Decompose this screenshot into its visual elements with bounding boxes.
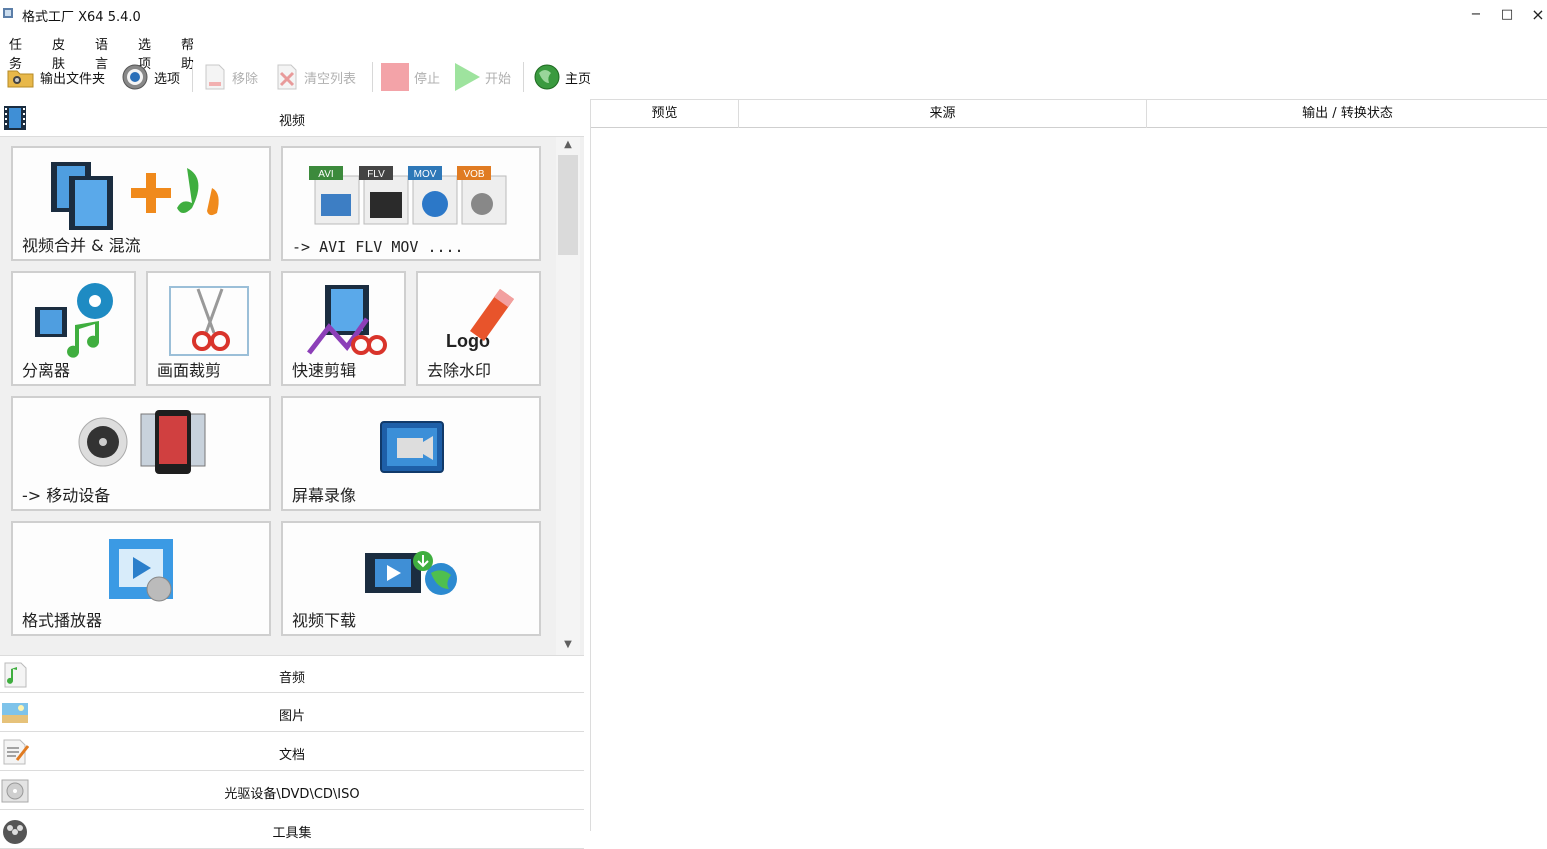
category-image-label: 图片 bbox=[278, 709, 305, 724]
column-preview[interactable]: 预览 bbox=[591, 100, 739, 128]
category-video-label: 视频 bbox=[278, 114, 305, 129]
globe-icon bbox=[534, 64, 560, 90]
task-list-header: 预览 来源 输出 / 转换状态 bbox=[591, 99, 1547, 128]
quick-edit-icon bbox=[307, 285, 387, 355]
tile-crop[interactable]: 画面裁剪 bbox=[146, 271, 271, 386]
window-title: 格式工厂 X64 5.4.0 bbox=[22, 10, 141, 25]
crop-scissors-icon bbox=[169, 286, 249, 356]
badge-vob: VOB bbox=[463, 169, 484, 180]
tile-video-merge[interactable]: 视频合并 & 混流 bbox=[11, 146, 271, 261]
category-audio[interactable]: 音频 bbox=[0, 655, 584, 693]
tile-remove-watermark[interactable]: Logo 去除水印 bbox=[416, 271, 541, 386]
video-tools-grid: 视频合并 & 混流 AVI FLV MOV VOB -> AVI FLV MOV… bbox=[0, 137, 584, 655]
minimize-button[interactable]: − bbox=[1462, 4, 1490, 26]
category-tools-label: 工具集 bbox=[272, 826, 312, 841]
scroll-up-arrow[interactable]: ▲ bbox=[556, 137, 580, 153]
category-audio-label: 音频 bbox=[278, 671, 305, 686]
toolbar-separator bbox=[523, 62, 524, 92]
category-video[interactable]: 视频 bbox=[0, 99, 584, 137]
home-label: 主页 bbox=[565, 71, 592, 87]
stop-icon bbox=[381, 63, 409, 91]
category-panel: 视频 视频合并 & 混流 AVI FLV MOV VOB -> AVI FLV … bbox=[0, 99, 584, 849]
title-bar: 格式工厂 X64 5.4.0 − □ × bbox=[0, 0, 1547, 30]
play-icon bbox=[455, 63, 480, 91]
merge-icon bbox=[51, 162, 219, 230]
category-image[interactable]: 图片 bbox=[0, 694, 584, 732]
tile-video-merge-label: 视频合并 & 混流 bbox=[22, 236, 141, 255]
separator-icon bbox=[35, 283, 113, 358]
tile-video-download[interactable]: 视频下载 bbox=[281, 521, 541, 636]
toolbar-separator bbox=[192, 62, 193, 92]
tile-player-label: 格式播放器 bbox=[22, 611, 103, 630]
tile-player[interactable]: 格式播放器 bbox=[11, 521, 271, 636]
screen-record-icon bbox=[380, 421, 444, 473]
column-status[interactable]: 输出 / 转换状态 bbox=[1147, 100, 1547, 128]
category-disc-label: 光驱设备\DVD\CD\ISO bbox=[224, 787, 360, 802]
options-label: 选项 bbox=[154, 71, 181, 87]
folder-icon bbox=[7, 70, 34, 88]
options-button[interactable]: 选项 bbox=[120, 60, 180, 94]
gear-icon bbox=[122, 64, 148, 90]
remove-label: 移除 bbox=[232, 71, 259, 87]
video-download-icon bbox=[365, 551, 457, 595]
tile-separator[interactable]: 分离器 bbox=[11, 271, 136, 386]
clear-list-label: 清空列表 bbox=[304, 71, 357, 87]
tile-format-convert-label: -> AVI FLV MOV .... bbox=[292, 238, 464, 256]
tile-mobile-device[interactable]: -> 移动设备 bbox=[11, 396, 271, 511]
tile-mobile-device-label: -> 移动设备 bbox=[22, 486, 111, 505]
task-list[interactable]: 预览 来源 输出 / 转换状态 bbox=[590, 99, 1547, 831]
remove-document-icon bbox=[205, 64, 225, 90]
start-label: 开始 bbox=[485, 71, 512, 87]
category-document[interactable]: 文档 bbox=[0, 733, 584, 771]
clear-list-icon bbox=[277, 64, 297, 90]
tile-quick-edit[interactable]: 快速剪辑 bbox=[281, 271, 406, 386]
maximize-button[interactable]: □ bbox=[1493, 4, 1521, 26]
category-tools[interactable]: 工具集 bbox=[0, 811, 584, 849]
tile-video-download-label: 视频下载 bbox=[292, 611, 357, 630]
tile-remove-watermark-label: 去除水印 bbox=[427, 361, 492, 380]
tile-quick-edit-label: 快速剪辑 bbox=[292, 361, 357, 380]
remove-button[interactable]: 移除 bbox=[202, 60, 258, 94]
category-disc[interactable]: 光驱设备\DVD\CD\ISO bbox=[0, 772, 584, 810]
output-folder-button[interactable]: 输出文件夹 bbox=[6, 60, 105, 94]
stop-button[interactable]: 停止 bbox=[380, 60, 440, 94]
stop-label: 停止 bbox=[414, 71, 441, 87]
mobile-device-icon bbox=[78, 410, 206, 474]
output-folder-label: 输出文件夹 bbox=[40, 71, 106, 87]
player-icon bbox=[109, 539, 173, 602]
clear-list-button[interactable]: 清空列表 bbox=[274, 60, 356, 94]
category-document-label: 文档 bbox=[278, 748, 305, 763]
badge-avi: AVI bbox=[318, 169, 333, 180]
badge-mov: MOV bbox=[414, 169, 437, 180]
toolbar-separator bbox=[372, 62, 373, 92]
tile-screen-record-label: 屏幕录像 bbox=[292, 486, 357, 505]
scroll-thumb[interactable] bbox=[558, 155, 578, 255]
eraser-icon: Logo bbox=[446, 289, 514, 351]
start-button[interactable]: 开始 bbox=[453, 60, 511, 94]
tile-screen-record[interactable]: 屏幕录像 bbox=[281, 396, 541, 511]
home-button[interactable]: 主页 bbox=[533, 60, 591, 94]
scroll-down-arrow[interactable]: ▼ bbox=[556, 637, 580, 653]
badge-flv: FLV bbox=[367, 169, 385, 180]
tiles-scrollbar[interactable]: ▲ ▼ bbox=[556, 137, 580, 655]
tile-crop-label: 画面裁剪 bbox=[157, 361, 222, 380]
column-source[interactable]: 来源 bbox=[739, 100, 1147, 128]
tile-format-convert[interactable]: AVI FLV MOV VOB -> AVI FLV MOV .... bbox=[281, 146, 541, 261]
format-convert-icon: AVI FLV MOV VOB bbox=[309, 166, 507, 225]
close-button[interactable]: × bbox=[1524, 4, 1547, 26]
app-icon bbox=[3, 8, 13, 18]
toolbar: 输出文件夹 选项 移除 清空列表 停止 开始 主页 bbox=[0, 58, 1547, 96]
tile-separator-label: 分离器 bbox=[22, 361, 71, 380]
